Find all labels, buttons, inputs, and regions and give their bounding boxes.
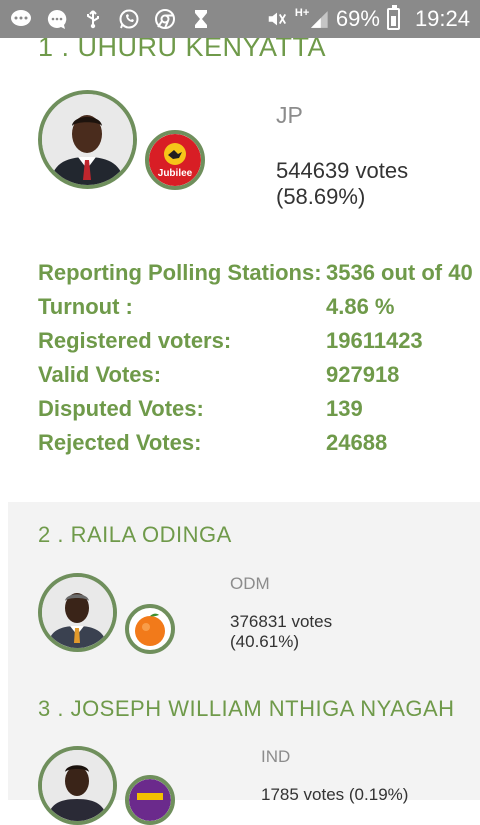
stat-value: 24688 <box>326 430 388 455</box>
candidate-3-votes: 1785 votes (0.19%) <box>261 785 409 804</box>
stat-label: Rejected Votes: <box>38 430 202 455</box>
stat-value: 4.86 % <box>326 294 395 319</box>
chat-icon <box>10 8 32 30</box>
whatsapp-icon <box>118 8 140 30</box>
stat-label: Reporting Polling Stations: <box>38 260 322 285</box>
candidate-2-party: ODM <box>230 574 270 593</box>
signal-icon: H+ <box>294 7 329 30</box>
clock: 19:24 <box>414 6 470 31</box>
candidate-2-party-logo <box>125 604 175 654</box>
candidate-3-name: 3 . JOSEPH WILLIAM NTHIGA NYAGAH <box>38 696 455 721</box>
network-type-label: H+ <box>294 7 310 19</box>
stat-label: Turnout : <box>38 294 133 319</box>
candidate-1-party-logo: Jubilee <box>145 130 205 190</box>
battery-percent: 69% <box>335 6 380 31</box>
stat-row: Valid Votes: 927918 <box>38 358 480 392</box>
stat-row: Registered voters: 19611423 <box>38 324 480 358</box>
candidate-1-party: JP <box>276 102 303 128</box>
candidate-1-photo <box>38 90 137 189</box>
stat-row: Rejected Votes: 24688 <box>38 426 480 460</box>
candidate-3-party-logo <box>125 775 175 825</box>
chrome-icon <box>154 8 176 30</box>
candidate-2-name: 2 . RAILA ODINGA <box>38 522 232 547</box>
candidate-1-vote-count: 544639 votes <box>276 158 409 183</box>
system-status: H+ 69% 19:24 <box>266 5 470 32</box>
message-icon <box>46 8 68 30</box>
stat-row: Disputed Votes: 139 <box>38 392 480 426</box>
jubilee-logo-text: Jubilee <box>158 168 193 179</box>
candidate-2-photo <box>38 573 117 652</box>
stat-row: Turnout : 4.86 % <box>38 290 480 324</box>
usb-icon <box>82 8 104 30</box>
stat-value: 3536 out of 40 <box>326 260 473 285</box>
hourglass-icon <box>190 8 212 30</box>
stat-value: 19611423 <box>326 328 423 353</box>
stat-label: Registered voters: <box>38 328 232 353</box>
candidate-2-votes: 376831 votes (40.61%) <box>230 612 332 653</box>
mute-icon <box>266 8 288 30</box>
stat-label: Disputed Votes: <box>38 396 204 421</box>
candidate-1-vote-percent: (58.69%) <box>276 184 366 210</box>
candidate-1-votes: 544639 votes (58.69%) <box>276 158 408 211</box>
status-bar: H+ 69% 19:24 <box>0 0 480 38</box>
stat-row: Reporting Polling Stations: 3536 out of … <box>38 256 480 290</box>
battery-icon <box>386 5 400 30</box>
notification-icons <box>10 7 212 31</box>
stat-label: Valid Votes: <box>38 362 162 387</box>
candidate-3-photo <box>38 746 117 825</box>
results-summary: Reporting Polling Stations: 3536 out of … <box>38 256 480 460</box>
stat-value: 139 <box>326 396 363 421</box>
stat-value: 927918 <box>326 362 400 387</box>
candidate-3-party: IND <box>261 747 291 766</box>
candidate-2-vote-percent: (40.61%) <box>230 632 299 652</box>
candidate-2-vote-count: 376831 votes <box>230 612 333 631</box>
